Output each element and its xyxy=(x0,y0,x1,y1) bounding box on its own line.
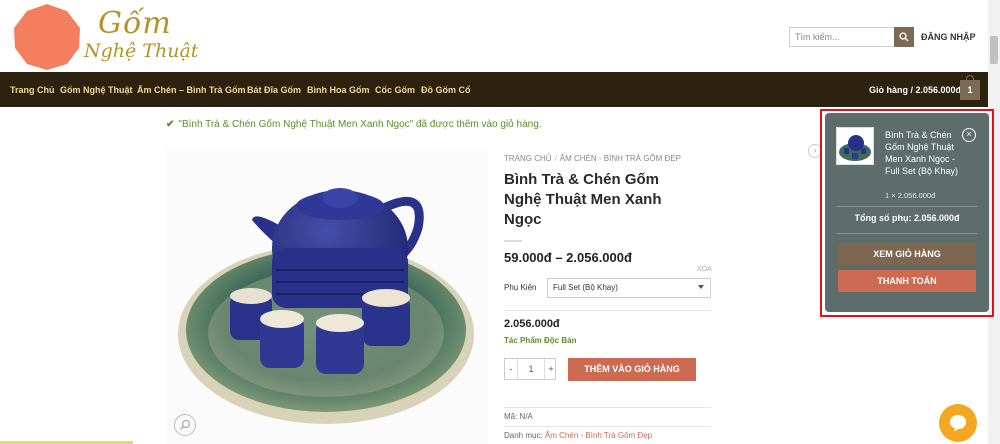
scrollbar-thumb[interactable] xyxy=(990,36,998,64)
add-to-cart-button[interactable]: THÊM VÀO GIỎ HÀNG xyxy=(568,358,696,381)
price-range: 59.000đ – 2.056.000đ xyxy=(504,250,632,265)
zoom-icon xyxy=(180,419,191,430)
site-header: Gốm Nghệ Thuật Tìm kiếm... ĐĂNG NHẬP xyxy=(0,0,988,72)
breadcrumb-home[interactable]: TRANG CHỦ xyxy=(504,154,552,163)
chat-icon xyxy=(950,415,966,432)
category-meta: Danh mục: Ấm Chén - Bình Trà Gốm Đẹp xyxy=(504,431,652,440)
quantity-minus-button[interactable]: - xyxy=(505,359,518,379)
title-divider xyxy=(504,240,522,242)
breadcrumb-separator: / xyxy=(554,154,557,163)
option-label: Phụ Kiện xyxy=(504,283,537,292)
quantity-input[interactable]: 1 xyxy=(518,359,544,379)
minicart-item-quantity: 1 × 2.056.000đ xyxy=(885,191,936,200)
nav-item-cups[interactable]: Cốc Gốm xyxy=(375,85,415,95)
minicart-divider-bottom xyxy=(837,233,977,234)
breadcrumb-category[interactable]: ẤM CHÉN - BÌNH TRÀ GỐM ĐẸP xyxy=(560,154,681,163)
nav-item-antique[interactable]: Đồ Gốm Cổ xyxy=(421,85,471,95)
accessory-select[interactable]: Full Set (Bộ Khay) xyxy=(547,278,711,298)
teapot-thumbnail-illustration xyxy=(839,135,871,161)
minicart-dropdown: Bình Trà & Chén Gốm Nghệ Thuật Men Xanh … xyxy=(825,113,989,312)
minicart-item-name[interactable]: Bình Trà & Chén Gốm Nghệ Thuật Men Xanh … xyxy=(885,129,963,177)
minicart-item-thumbnail[interactable] xyxy=(836,127,874,165)
nav-item-vases[interactable]: Bình Hoa Gốm xyxy=(307,85,370,95)
cart-count-badge[interactable]: 1 xyxy=(960,80,980,100)
cart-link[interactable]: Giỏ hàng / 2.056.000đ xyxy=(869,85,961,95)
main-nav: Trang Chủ Gốm Nghệ Thuật Ấm Chén – Bình … xyxy=(0,72,988,107)
quantity-stepper: - 1 + xyxy=(504,358,556,380)
category-link[interactable]: Ấm Chén - Bình Trà Gốm Đẹp xyxy=(545,431,652,440)
login-link[interactable]: ĐĂNG NHẬP xyxy=(921,32,976,42)
zoom-button[interactable] xyxy=(174,414,196,436)
meta-divider-top xyxy=(504,407,711,408)
nav-item-art-ceramics[interactable]: Gốm Nghệ Thuật xyxy=(60,85,133,95)
check-icon: ✔ xyxy=(166,119,175,130)
category-label: Danh mục: xyxy=(504,431,543,440)
nav-item-home[interactable]: Trang Chủ xyxy=(10,85,55,95)
logo-icon[interactable] xyxy=(12,3,82,71)
view-cart-button[interactable]: XEM GIỎ HÀNG xyxy=(838,243,976,265)
options-divider xyxy=(504,310,711,311)
product-title: Bình Trà & Chén Gốm Nghệ Thuật Men Xanh … xyxy=(504,171,662,228)
logo-text-secondary[interactable]: Nghệ Thuật xyxy=(84,40,198,62)
clear-selection-link[interactable]: XÓA xyxy=(697,266,712,273)
quantity-plus-button[interactable]: + xyxy=(544,359,557,379)
variation-price: 2.056.000đ xyxy=(504,318,560,330)
minicart-subtotal: Tổng số phụ: 2.056.000đ xyxy=(854,213,960,223)
nav-item-bowls-plates[interactable]: Bát Đĩa Gốm xyxy=(247,85,301,95)
search-icon xyxy=(899,32,909,42)
teapot-set-illustration xyxy=(178,188,474,424)
search-input[interactable]: Tìm kiếm... xyxy=(789,27,895,47)
notice-text: "Bình Trà & Chén Gốm Nghệ Thuật Men Xanh… xyxy=(178,119,542,130)
remove-item-button[interactable]: × xyxy=(962,128,976,142)
added-to-cart-notice: ✔ "Bình Trà & Chén Gốm Nghệ Thuật Men Xan… xyxy=(166,119,542,130)
stock-status: Tác Phẩm Độc Bản xyxy=(504,336,577,345)
nav-item-teapots[interactable]: Ấm Chén – Bình Trà Gốm xyxy=(137,85,246,95)
accessory-select-value: Full Set (Bộ Khay) xyxy=(553,283,618,292)
product-image[interactable] xyxy=(166,148,488,444)
checkout-button[interactable]: THANH TOÁN xyxy=(838,270,976,292)
breadcrumb: TRANG CHỦ / ẤM CHÉN - BÌNH TRÀ GỐM ĐẸP xyxy=(504,154,681,163)
minicart-divider-top xyxy=(837,206,977,207)
page: Gốm Nghệ Thuật Tìm kiếm... ĐĂNG NHẬP Tra… xyxy=(0,0,1000,444)
sku-label: Mã: N/A xyxy=(504,412,533,421)
meta-divider-bottom xyxy=(504,426,711,427)
logo-text-primary[interactable]: Gốm xyxy=(98,6,172,41)
search-button[interactable] xyxy=(894,27,914,47)
chat-widget-button[interactable] xyxy=(939,404,977,442)
chevron-down-icon xyxy=(698,285,704,289)
